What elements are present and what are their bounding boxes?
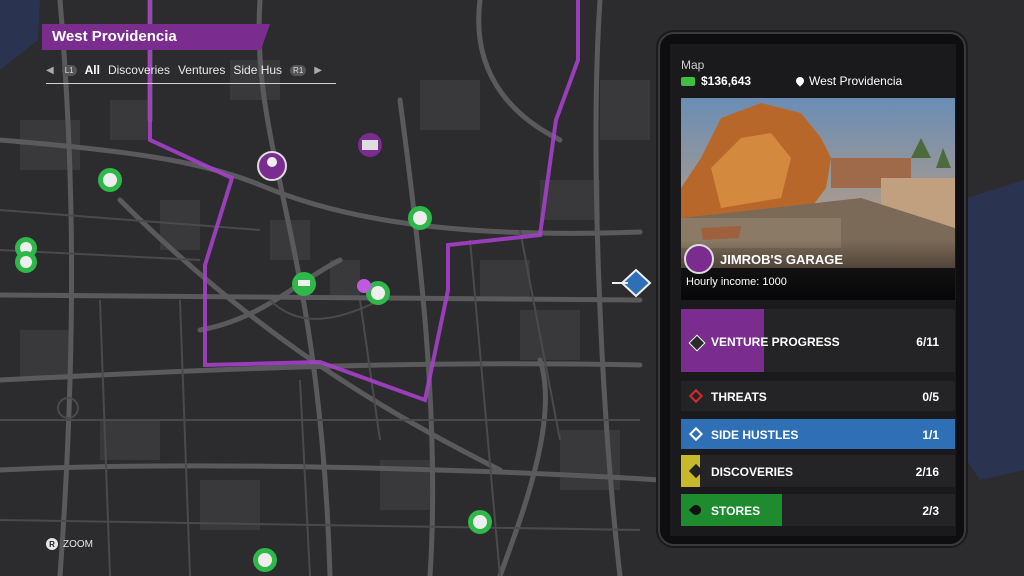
stat-value: 2/3 (922, 504, 939, 518)
store-marker[interactable] (98, 168, 122, 192)
tab-ventures[interactable]: Ventures (178, 63, 225, 77)
phone-panel: Map $136,643 West Providencia JIMROB'S G… (658, 32, 966, 546)
phone-title: Map (681, 58, 705, 72)
location-pin-icon (794, 75, 806, 87)
tab-side-hustles[interactable]: Side Hus (233, 63, 282, 77)
money-amount: $136,643 (701, 74, 752, 88)
store-marker[interactable] (408, 206, 432, 230)
stat-label: VENTURE PROGRESS (711, 335, 840, 349)
stat-value: 1/1 (922, 428, 939, 442)
store-marker[interactable] (15, 251, 37, 273)
stat-stores[interactable]: STORES 2/3 (681, 494, 955, 526)
hourly-income: Hourly income: 1000 (686, 276, 787, 288)
store-marker[interactable] (253, 548, 277, 572)
venture-header: JIMROB'S GARAGE (684, 244, 843, 274)
stat-value: 2/16 (915, 465, 939, 479)
l1-button-hint: L1 (61, 64, 77, 76)
chevron-left-icon[interactable]: ◀ (46, 65, 54, 76)
venture-marker[interactable] (358, 133, 382, 157)
stat-label: DISCOVERIES (711, 465, 794, 479)
gun-store-marker[interactable] (292, 272, 316, 296)
district-banner: West Providencia (42, 24, 270, 50)
stat-label: SIDE HUSTLES (711, 428, 799, 442)
money-display: $136,643 (681, 74, 751, 88)
tab-discoveries[interactable]: Discoveries (108, 63, 170, 77)
location-name: West Providencia (809, 74, 903, 88)
store-marker[interactable] (468, 510, 492, 534)
stat-venture-progress[interactable]: VENTURE PROGRESS 6/11 (681, 309, 955, 372)
phone-screen: Map $136,643 West Providencia JIMROB'S G… (670, 44, 956, 536)
tab-all[interactable]: All (85, 63, 100, 77)
district-name: West Providencia (52, 28, 177, 45)
filter-tabs: ◀ L1 All Discoveries Ventures Side Hus R… (46, 60, 336, 84)
chevron-right-icon[interactable]: ▶ (314, 65, 322, 76)
stat-label: STORES (711, 504, 761, 518)
zoom-label: ZOOM (63, 538, 93, 550)
garage-mascot-icon (684, 244, 714, 274)
cash-icon (681, 76, 695, 86)
zoom-hint[interactable]: R ZOOM (46, 538, 93, 550)
stat-label: THREATS (711, 390, 767, 404)
location-display: West Providencia (794, 74, 903, 88)
venture-name: JIMROB'S GARAGE (720, 251, 843, 267)
stat-discoveries[interactable]: DISCOVERIES 2/16 (681, 455, 955, 487)
garage-venture-marker[interactable] (257, 151, 287, 181)
r-button-icon: R (46, 538, 58, 550)
stat-value: 6/11 (916, 335, 939, 349)
waypoint-marker[interactable] (357, 279, 371, 293)
stat-value: 0/5 (922, 390, 939, 404)
stat-threats[interactable]: THREATS 0/5 (681, 381, 955, 411)
r1-button-hint: R1 (290, 64, 307, 76)
diamond-outline-icon (688, 388, 704, 404)
stat-side-hustles[interactable]: SIDE HUSTLES 1/1 (681, 419, 955, 449)
